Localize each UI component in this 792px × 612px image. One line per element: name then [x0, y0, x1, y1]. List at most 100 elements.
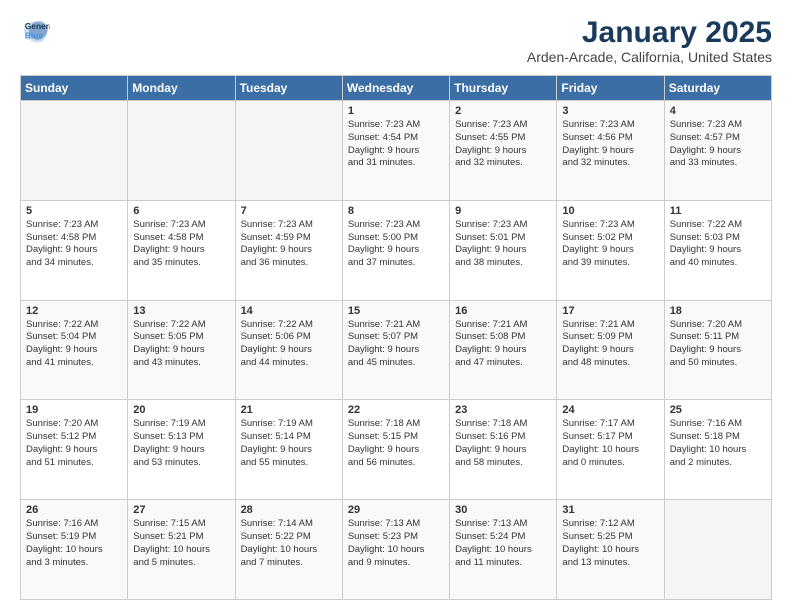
header-wednesday: Wednesday — [342, 76, 449, 101]
calendar-cell-w4-d3: 22 Sunrise: 7:18 AM Sunset: 5:15 PM Dayli… — [342, 400, 449, 500]
day-info: Sunrise: 7:21 AM Sunset: 5:09 PM Dayligh… — [562, 319, 658, 370]
day-info: Sunrise: 7:22 AM Sunset: 5:04 PM Dayligh… — [26, 319, 122, 370]
calendar-cell-w5-d1: 27 Sunrise: 7:15 AM Sunset: 5:21 PM Dayli… — [128, 500, 235, 600]
day-info: Sunrise: 7:18 AM Sunset: 5:15 PM Dayligh… — [348, 418, 444, 469]
calendar-cell-w1-d1 — [128, 101, 235, 201]
calendar-cell-w5-d2: 28 Sunrise: 7:14 AM Sunset: 5:22 PM Dayli… — [235, 500, 342, 600]
day-number: 21 — [241, 404, 337, 416]
sub-title: Arden-Arcade, California, United States — [527, 49, 772, 65]
day-info: Sunrise: 7:23 AM Sunset: 4:56 PM Dayligh… — [562, 119, 658, 170]
day-number: 5 — [26, 205, 122, 217]
day-info: Sunrise: 7:14 AM Sunset: 5:22 PM Dayligh… — [241, 518, 337, 569]
day-info: Sunrise: 7:17 AM Sunset: 5:17 PM Dayligh… — [562, 418, 658, 469]
day-number: 6 — [133, 205, 229, 217]
calendar-cell-w3-d1: 13Sunrise: 7:22 AM Sunset: 5:05 PM Dayli… — [128, 300, 235, 400]
day-info: Sunrise: 7:20 AM Sunset: 5:12 PM Dayligh… — [26, 418, 122, 469]
day-number: 15 — [348, 305, 444, 317]
calendar-cell-w3-d3: 15 Sunrise: 7:21 AM Sunset: 5:07 PM Dayli… — [342, 300, 449, 400]
logo-area: General Blue — [20, 16, 50, 44]
week-row-2: 5 Sunrise: 7:23 AM Sunset: 4:58 PM Daylig… — [21, 200, 772, 300]
day-number: 7 — [241, 205, 337, 217]
calendar-cell-w1-d0 — [21, 101, 128, 201]
calendar-table: Sunday Monday Tuesday Wednesday Thursday… — [20, 75, 772, 600]
calendar-cell-w1-d3: 1 Sunrise: 7:23 AM Sunset: 4:54 PM Daylig… — [342, 101, 449, 201]
main-title: January 2025 — [527, 16, 772, 49]
day-info: Sunrise: 7:19 AM Sunset: 5:13 PM Dayligh… — [133, 418, 229, 469]
day-info: Sunrise: 7:13 AM Sunset: 5:23 PM Dayligh… — [348, 518, 444, 569]
header-tuesday: Tuesday — [235, 76, 342, 101]
day-number: 16 — [455, 305, 551, 317]
day-info: Sunrise: 7:21 AM Sunset: 5:08 PM Dayligh… — [455, 319, 551, 370]
day-info: Sunrise: 7:16 AM Sunset: 5:18 PM Dayligh… — [670, 418, 766, 469]
day-number: 2 — [455, 105, 551, 117]
day-info: Sunrise: 7:16 AM Sunset: 5:19 PM Dayligh… — [26, 518, 122, 569]
day-info: Sunrise: 7:23 AM Sunset: 4:58 PM Dayligh… — [133, 219, 229, 270]
day-number: 4 — [670, 105, 766, 117]
header-monday: Monday — [128, 76, 235, 101]
day-info: Sunrise: 7:23 AM Sunset: 4:57 PM Dayligh… — [670, 119, 766, 170]
header-saturday: Saturday — [664, 76, 771, 101]
day-number: 17 — [562, 305, 658, 317]
calendar-cell-w5-d3: 29 Sunrise: 7:13 AM Sunset: 5:23 PM Dayli… — [342, 500, 449, 600]
day-number: 29 — [348, 504, 444, 516]
day-number: 22 — [348, 404, 444, 416]
calendar-cell-w4-d4: 23 Sunrise: 7:18 AM Sunset: 5:16 PM Dayli… — [450, 400, 557, 500]
calendar-cell-w5-d5: 31Sunrise: 7:12 AM Sunset: 5:25 PM Dayli… — [557, 500, 664, 600]
calendar-cell-w2-d3: 8Sunrise: 7:23 AM Sunset: 5:00 PM Daylig… — [342, 200, 449, 300]
day-info: Sunrise: 7:23 AM Sunset: 4:54 PM Dayligh… — [348, 119, 444, 170]
calendar-cell-w1-d4: 2Sunrise: 7:23 AM Sunset: 4:55 PM Daylig… — [450, 101, 557, 201]
day-info: Sunrise: 7:23 AM Sunset: 4:58 PM Dayligh… — [26, 219, 122, 270]
day-info: Sunrise: 7:23 AM Sunset: 5:01 PM Dayligh… — [455, 219, 551, 270]
day-number: 28 — [241, 504, 337, 516]
day-number: 12 — [26, 305, 122, 317]
calendar-cell-w2-d1: 6 Sunrise: 7:23 AM Sunset: 4:58 PM Daylig… — [128, 200, 235, 300]
day-number: 24 — [562, 404, 658, 416]
day-info: Sunrise: 7:23 AM Sunset: 4:59 PM Dayligh… — [241, 219, 337, 270]
day-number: 13 — [133, 305, 229, 317]
day-number: 31 — [562, 504, 658, 516]
calendar-cell-w3-d6: 18Sunrise: 7:20 AM Sunset: 5:11 PM Dayli… — [664, 300, 771, 400]
day-number: 3 — [562, 105, 658, 117]
day-number: 30 — [455, 504, 551, 516]
day-info: Sunrise: 7:18 AM Sunset: 5:16 PM Dayligh… — [455, 418, 551, 469]
calendar-cell-w5-d4: 30 Sunrise: 7:13 AM Sunset: 5:24 PM Dayli… — [450, 500, 557, 600]
day-number: 19 — [26, 404, 122, 416]
day-number: 23 — [455, 404, 551, 416]
day-number: 11 — [670, 205, 766, 217]
calendar-cell-w1-d2 — [235, 101, 342, 201]
calendar-cell-w2-d2: 7 Sunrise: 7:23 AM Sunset: 4:59 PM Daylig… — [235, 200, 342, 300]
page: General Blue January 2025 Arden-Arcade, … — [0, 0, 792, 612]
logo-icon: General Blue — [22, 16, 50, 44]
calendar-cell-w4-d0: 19 Sunrise: 7:20 AM Sunset: 5:12 PM Dayli… — [21, 400, 128, 500]
calendar-cell-w4-d1: 20 Sunrise: 7:19 AM Sunset: 5:13 PM Dayli… — [128, 400, 235, 500]
day-info: Sunrise: 7:23 AM Sunset: 5:02 PM Dayligh… — [562, 219, 658, 270]
title-area: January 2025 Arden-Arcade, California, U… — [527, 16, 772, 65]
calendar-cell-w2-d6: 11Sunrise: 7:22 AM Sunset: 5:03 PM Dayli… — [664, 200, 771, 300]
day-number: 10 — [562, 205, 658, 217]
calendar-cell-w5-d6 — [664, 500, 771, 600]
day-info: Sunrise: 7:23 AM Sunset: 5:00 PM Dayligh… — [348, 219, 444, 270]
day-info: Sunrise: 7:15 AM Sunset: 5:21 PM Dayligh… — [133, 518, 229, 569]
day-number: 26 — [26, 504, 122, 516]
calendar-cell-w1-d6: 4 Sunrise: 7:23 AM Sunset: 4:57 PM Daylig… — [664, 101, 771, 201]
day-number: 14 — [241, 305, 337, 317]
calendar-cell-w2-d5: 10 Sunrise: 7:23 AM Sunset: 5:02 PM Dayli… — [557, 200, 664, 300]
weekday-header-row: Sunday Monday Tuesday Wednesday Thursday… — [21, 76, 772, 101]
day-info: Sunrise: 7:22 AM Sunset: 5:06 PM Dayligh… — [241, 319, 337, 370]
header-sunday: Sunday — [21, 76, 128, 101]
calendar-cell-w3-d5: 17 Sunrise: 7:21 AM Sunset: 5:09 PM Dayli… — [557, 300, 664, 400]
day-number: 20 — [133, 404, 229, 416]
header-thursday: Thursday — [450, 76, 557, 101]
day-number: 18 — [670, 305, 766, 317]
day-info: Sunrise: 7:21 AM Sunset: 5:07 PM Dayligh… — [348, 319, 444, 370]
svg-text:Blue: Blue — [25, 30, 43, 40]
week-row-3: 12 Sunrise: 7:22 AM Sunset: 5:04 PM Dayli… — [21, 300, 772, 400]
day-info: Sunrise: 7:13 AM Sunset: 5:24 PM Dayligh… — [455, 518, 551, 569]
day-number: 27 — [133, 504, 229, 516]
day-number: 1 — [348, 105, 444, 117]
header-friday: Friday — [557, 76, 664, 101]
calendar-cell-w4-d5: 24 Sunrise: 7:17 AM Sunset: 5:17 PM Dayli… — [557, 400, 664, 500]
calendar-cell-w2-d4: 9 Sunrise: 7:23 AM Sunset: 5:01 PM Daylig… — [450, 200, 557, 300]
week-row-1: 1 Sunrise: 7:23 AM Sunset: 4:54 PM Daylig… — [21, 101, 772, 201]
day-number: 9 — [455, 205, 551, 217]
